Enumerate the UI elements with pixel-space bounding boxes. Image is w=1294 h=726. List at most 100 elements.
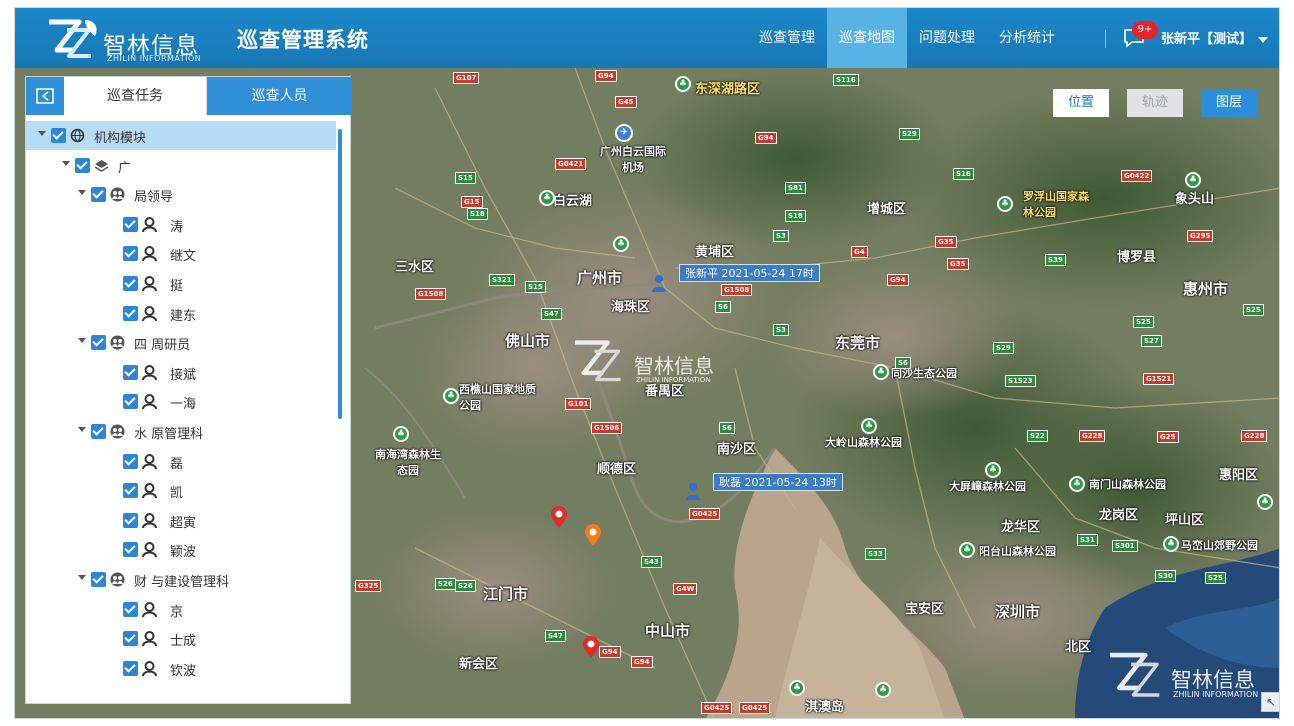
park-marker[interactable]: ♣ [1163,536,1179,552]
person-callout[interactable]: 张新平 2021-05-24 17时 [679,264,820,282]
issue-pin-icon[interactable] [585,524,601,546]
tree-checkbox[interactable] [123,542,138,558]
expand-corner-icon[interactable]: ↖ [1261,692,1279,712]
park-marker[interactable]: ♣ [1069,476,1085,492]
tree-person-item[interactable]: 凯 [26,476,336,505]
park-marker[interactable]: ♣ [675,76,691,92]
tree-checkbox[interactable] [51,128,66,143]
tree-person-item[interactable]: 继文 [26,239,336,268]
person-callout[interactable]: 耿磊 2021-05-24 13时 [713,473,843,491]
collapse-icon[interactable] [26,77,64,115]
place-label: 象头山 [1175,192,1215,207]
park-marker[interactable]: ♣ [861,418,877,434]
place-label: 南门山森林公园 [1089,478,1166,491]
place-label: 大屏嶂森林公园 [949,480,1026,493]
road-shield: S6 [895,357,911,369]
tree-checkbox[interactable] [123,246,138,262]
nav-item[interactable]: 问题处理 [907,8,987,68]
tree-group-item[interactable]: 水 原管理科 [26,417,336,446]
collapse-panel-button[interactable] [26,77,64,115]
park-marker[interactable]: ♣ [393,426,409,442]
user-icon [142,601,157,617]
watermark-subtext: ZHILIN INFORMATION [1173,690,1259,699]
place-label: 白云湖 [553,194,593,209]
tree-checkbox[interactable] [91,572,106,587]
park-marker[interactable]: ♣ [443,388,459,404]
tree-person-item[interactable]: 磊 [26,447,336,476]
tree-group-item[interactable]: 局领导 [26,180,336,209]
airport-icon[interactable]: ✈ [615,124,633,142]
satellite-map[interactable]: 广州市 佛山市 东莞市 惠州市 江门市 中山市 深圳市 海珠区 番禺区 南沙区 … [15,68,1279,718]
tree-checkbox[interactable] [123,483,138,499]
tab-patrol-staff[interactable]: 巡查人员 [207,77,352,115]
tree-checkbox[interactable] [123,601,138,617]
tree-checkbox[interactable] [91,335,106,351]
tree-person-item[interactable]: 京 [26,595,336,624]
park-marker[interactable]: ♣ [613,236,629,252]
park-marker[interactable]: ♣ [1185,172,1201,188]
tree-person-item[interactable]: 一海 [26,387,336,416]
nav-item[interactable]: 巡查地图 [827,8,907,68]
nav-item[interactable]: 分析统计 [987,8,1067,68]
user-menu[interactable]: 张新平【测试】 [1161,28,1269,47]
layer-button[interactable]: 图层 [1201,89,1257,117]
tree-person-item[interactable]: 建东 [26,299,336,328]
park-marker[interactable]: ♣ [789,680,805,696]
park-marker[interactable]: ♣ [1257,494,1273,510]
park-marker[interactable]: ♣ [873,364,889,380]
tree-person-item[interactable]: 钦波 [26,654,336,683]
road-shield: G107 [453,72,480,84]
chevron-down-icon[interactable] [1258,36,1269,43]
map-controls: 位置 轨迹 图层 [1053,89,1257,117]
road-shield: S39 [1045,254,1066,266]
place-label: 东深湖路区 [695,82,761,97]
tree-checkbox[interactable] [123,631,138,647]
group-icon [110,572,125,587]
tree-checkbox[interactable] [123,453,138,469]
tree-checkbox[interactable] [75,157,90,173]
tree-group-item[interactable]: 广 [26,151,336,180]
tree-scrollbar[interactable] [338,129,342,419]
tree-checkbox[interactable] [123,394,138,410]
tree-person-item[interactable]: 颖波 [26,535,336,564]
tree-checkbox[interactable] [91,424,106,439]
tree-group-item[interactable]: 四 周研员 [26,328,336,357]
expand-toggle-icon[interactable] [38,131,46,136]
tree-person-item[interactable]: 挺 [26,269,336,298]
park-marker[interactable]: ♣ [985,462,1001,478]
tree-checkbox[interactable] [123,364,138,380]
tree-checkbox[interactable] [123,276,138,291]
expand-toggle-icon[interactable] [78,338,86,344]
tree-group-item[interactable]: 财 与建设管理科 [26,565,336,594]
tree-checkbox[interactable] [123,305,138,321]
tree-person-item[interactable]: 接斌 [26,358,336,387]
position-button[interactable]: 位置 [1053,89,1109,117]
place-label: 新会区 [459,657,499,672]
watermark-text: 智林信息 [634,354,714,378]
tree-person-item[interactable]: 士成 [26,624,336,653]
issue-pin-icon[interactable] [551,506,567,528]
park-marker[interactable]: ♣ [959,542,975,558]
tree-person-item[interactable]: 超寅 [26,506,336,535]
user-name[interactable]: 张新平【测试】 [1161,32,1252,47]
person-marker-icon[interactable] [685,482,701,500]
tree-checkbox[interactable] [123,512,138,528]
tree-person-item[interactable]: 涛 [26,210,336,239]
tree-checkbox[interactable] [123,660,138,676]
nav-item[interactable]: 巡查管理 [747,8,827,68]
message-badge[interactable]: 9+ [1132,21,1158,39]
expand-toggle-icon[interactable] [78,427,86,432]
tree-checkbox[interactable] [123,216,138,232]
expand-toggle-icon[interactable] [78,575,86,580]
park-marker[interactable]: ♣ [539,190,555,206]
expand-toggle-icon[interactable] [78,190,86,196]
tree-checkbox[interactable] [91,187,106,203]
person-marker-icon[interactable] [651,274,667,292]
tree-group-item[interactable]: 机构模块 [26,121,336,150]
issue-pin-icon[interactable] [583,636,599,658]
track-button[interactable]: 轨迹 [1127,89,1183,117]
park-marker[interactable]: ♣ [997,196,1013,212]
park-marker[interactable]: ♣ [875,682,891,698]
expand-toggle-icon[interactable] [62,160,70,166]
tab-patrol-tasks[interactable]: 巡查任务 [64,77,207,115]
